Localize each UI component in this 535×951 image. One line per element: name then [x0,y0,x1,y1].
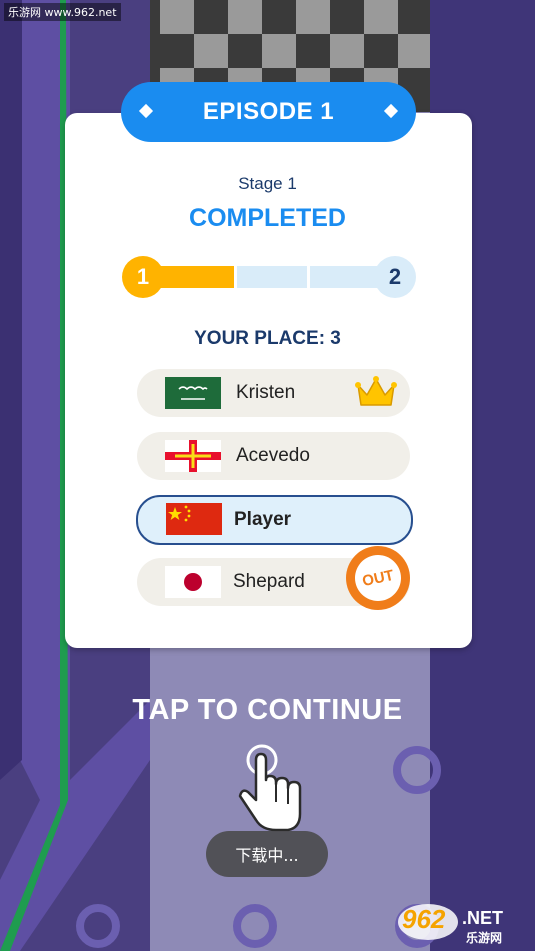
progress-node-current: 1 [122,256,164,298]
saudi-arabia-flag-icon [165,377,221,409]
japan-flag-icon [165,566,221,598]
stage-status: COMPLETED [189,204,346,232]
tap-hand-icon [238,744,302,832]
episode-banner: EPISODE 1 [121,82,416,142]
progress-node-next: 2 [374,256,416,298]
episode-title: EPISODE 1 [202,98,335,125]
tap-to-continue[interactable]: TAP TO CONTINUE [0,694,535,727]
standings-row: Shepard OUT [137,546,410,610]
player-name: Shepard [233,571,305,592]
stage-label: Stage 1 [238,174,297,193]
player-name: Kristen [236,382,296,403]
logo-number: 962 [402,904,446,934]
out-label: OUT [360,566,396,590]
progress-segment [237,266,307,288]
standings-row: Acevedo [137,432,410,480]
your-place-title: YOUR PLACE: 3 [194,328,341,349]
crown-icon [355,376,397,406]
player-name: Player [234,509,292,530]
standings-row: Kristen [137,369,410,417]
guernsey-flag-icon [165,440,221,472]
out-badge: OUT [346,546,410,610]
player-name: Acevedo [236,445,310,466]
logo-subtitle: 乐游网 [466,931,503,945]
standings-row-player: Player [136,495,413,545]
stage-progress-bar: 1 2 [122,256,416,298]
progress-segment [310,266,384,288]
site-logo: 962 .NET 乐游网 [396,902,530,946]
diamond-icon [383,103,399,119]
site-watermark: 乐游网 www.962.net [4,3,121,21]
download-toast: 下载中... [206,831,328,877]
diamond-icon [138,103,154,119]
china-flag-icon [166,503,222,535]
progress-segment-completed [154,266,234,288]
logo-suffix: .NET [462,908,504,928]
